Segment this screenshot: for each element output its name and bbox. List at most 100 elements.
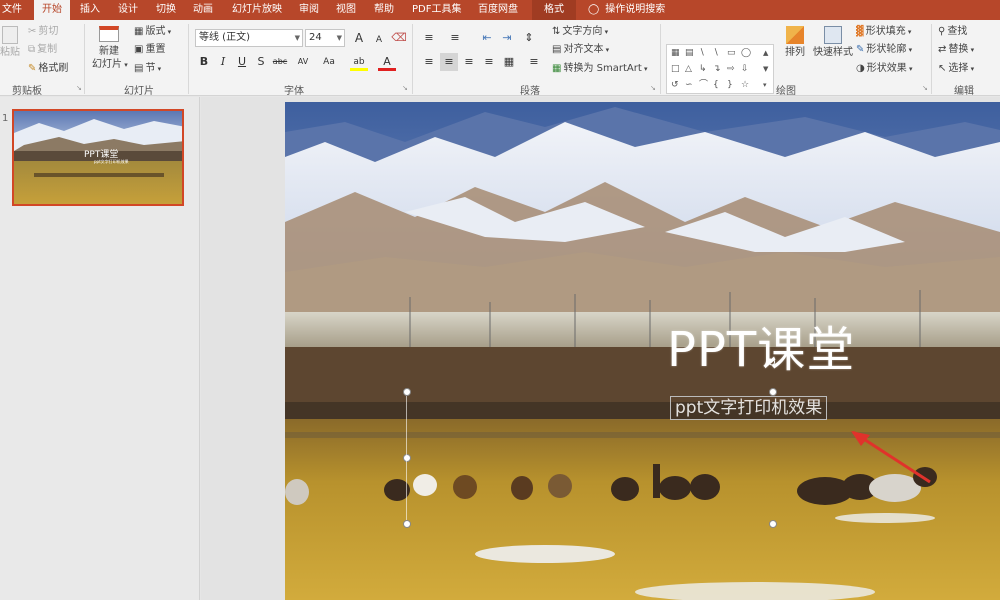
distributed-icon[interactable]: ≡ [525,53,543,71]
highlight-button[interactable]: ab [350,53,368,71]
new-slide-button[interactable]: 新建 幻灯片 ▾ [92,26,128,72]
tab-transitions[interactable]: 切换 [156,0,176,20]
arrange-icon [786,26,804,44]
bold-button[interactable]: B [195,53,213,71]
paragraph-launcher-icon[interactable]: ↘ [650,84,656,92]
align-center-icon[interactable]: ≡ [440,53,458,71]
tab-baidu-netdisk[interactable]: 百度网盘 [478,0,518,20]
tell-me-search[interactable]: ◯ 操作说明搜索 [588,0,665,20]
resize-handle[interactable] [769,520,777,528]
char-spacing-button[interactable]: AV [294,53,312,71]
reset-button[interactable]: ▣ 重置 [134,43,165,56]
tab-design[interactable]: 设计 [118,0,138,20]
more-icon[interactable]: ▾ [763,80,767,90]
connector-shape-icon[interactable]: ↴ [713,64,721,74]
cut-label: 剪切 [38,26,59,37]
font-size-select[interactable]: 24 ▼ [305,29,345,47]
font-color-button[interactable]: A [378,53,396,71]
drawing-launcher-icon[interactable]: ↘ [922,84,928,92]
tab-insert[interactable]: 插入 [80,0,100,20]
chevron-down-icon[interactable]: ▼ [763,64,768,74]
tab-home[interactable]: 开始 [34,0,70,20]
line-spacing-icon[interactable]: ⇕ [520,29,538,47]
slides-group-label: 幻灯片 [124,86,154,97]
tab-file[interactable]: 文件 [2,0,24,20]
triangle-shape-icon[interactable]: △ [685,64,692,74]
shrink-font-button[interactable]: A [370,31,388,49]
resize-handle[interactable] [403,520,411,528]
rectangle-shape-icon[interactable]: □ [671,64,680,74]
slide-thumbnail-1[interactable]: PPT课堂 ppt文字打印机效果 [12,109,184,206]
shape-effects-button[interactable]: ◑ 形状效果 ▾ [856,62,912,76]
section-label: 节 [145,63,156,74]
cut-button[interactable]: ✂ 剪切 [28,25,58,38]
tab-view[interactable]: 视图 [336,0,356,20]
grow-font-button[interactable]: A [350,29,368,47]
copy-button[interactable]: ⧉ 复制 [28,43,57,56]
resize-handle[interactable] [403,454,411,462]
star-shape-icon[interactable]: ☆ [741,80,749,90]
align-right-icon[interactable]: ≡ [460,53,478,71]
curve-shape-icon[interactable]: ⌒ [699,80,708,90]
tab-help[interactable]: 帮助 [374,0,394,20]
bracket-shape-icon[interactable]: } [727,80,733,90]
tab-format[interactable]: 格式 [532,0,576,20]
arrow-right-shape-icon[interactable]: ⇨ [727,64,735,74]
resize-handle[interactable] [403,388,411,396]
tab-review[interactable]: 审阅 [299,0,319,20]
text-shadow-button[interactable]: S [252,53,270,71]
select-button[interactable]: ↖ 选择 ▾ [938,62,974,76]
curve-shape-icon[interactable]: ↺ [671,80,679,90]
bullets-icon[interactable]: ≡ [420,29,438,47]
font-family-select[interactable]: 等线 (正文) ▼ [195,29,303,47]
convert-smartart-button[interactable]: ▦ 转换为 SmartArt ▾ [552,62,648,76]
freeform-shape-icon[interactable]: ∽ [685,80,693,90]
change-case-button[interactable]: Aa [320,53,338,71]
columns-icon[interactable]: ▦ [500,53,518,71]
replace-icon: ⇄ [938,44,947,55]
shape-fill-label: 形状填充 [865,26,906,37]
font-launcher-icon[interactable]: ↘ [402,84,408,92]
arrow-down-shape-icon[interactable]: ⇩ [741,64,749,74]
line-shape-icon[interactable]: ∖ [699,48,705,58]
current-slide[interactable]: PPT课堂 ppt文字打印机效果 ↻ [285,102,1000,600]
chevron-up-icon[interactable]: ▲ [763,48,768,58]
section-button[interactable]: ▤ 节 ▾ [134,62,161,76]
italic-button[interactable]: I [214,53,232,71]
numbering-icon[interactable]: ≡ [446,29,464,47]
slide-title[interactable]: PPT课堂 [667,310,855,380]
text-direction-button[interactable]: ⇅ 文字方向 ▾ [552,25,608,39]
tab-slideshow[interactable]: 幻灯片放映 [232,0,282,20]
replace-button[interactable]: ⇄ 替换 ▾ [938,43,974,57]
increase-indent-icon[interactable]: ⇥ [498,29,516,47]
tab-pdf-tools[interactable]: PDF工具集 [412,0,461,20]
connector-shape-icon[interactable]: ↳ [699,64,707,74]
shape-fill-button[interactable]: ▓ 形状填充 ▾ [856,25,911,39]
layout-button[interactable]: ▦ 版式 ▾ [134,25,171,39]
find-button[interactable]: ⚲ 查找 [938,25,967,38]
line-shape-icon[interactable]: ∖ [713,48,719,58]
oval-shape-icon[interactable]: ◯ [741,48,751,58]
rectangle-shape-icon[interactable]: ▭ [727,48,736,58]
quick-styles-button[interactable]: 快速样式 [812,26,854,59]
resize-handle[interactable] [769,388,777,396]
shapes-gallery[interactable]: ▦ ▤ ∖ ∖ ▭ ◯ □ △ ↳ ↴ ⇨ ⇩ ↺ ∽ ⌒ { } ☆ ▲ ▼ … [666,44,774,94]
bracket-shape-icon[interactable]: { [713,80,719,90]
format-painter-button[interactable]: ✎ 格式刷 [28,62,68,75]
decrease-indent-icon[interactable]: ⇤ [478,29,496,47]
clipboard-launcher-icon[interactable]: ↘ [76,84,82,92]
justify-icon[interactable]: ≡ [480,53,498,71]
strikethrough-button[interactable]: abc [271,53,289,71]
rotate-handle-icon[interactable]: ↻ [767,356,777,369]
align-text-button[interactable]: ▤ 对齐文本 ▾ [552,43,609,57]
textbox-shape-icon[interactable]: ▦ [671,48,680,58]
arrange-button[interactable]: 排列 [778,26,812,59]
clear-format-icon[interactable]: ⌫ [390,29,408,47]
slide-subtitle[interactable]: ppt文字打印机效果 [670,396,828,420]
tab-animations[interactable]: 动画 [193,0,213,20]
underline-button[interactable]: U [233,53,251,71]
align-left-icon[interactable]: ≡ [420,53,438,71]
textbox-v-shape-icon[interactable]: ▤ [685,48,694,58]
shape-outline-button[interactable]: ✎ 形状轮廓 ▾ [856,43,912,57]
paste-button[interactable]: 粘贴 [0,26,20,59]
